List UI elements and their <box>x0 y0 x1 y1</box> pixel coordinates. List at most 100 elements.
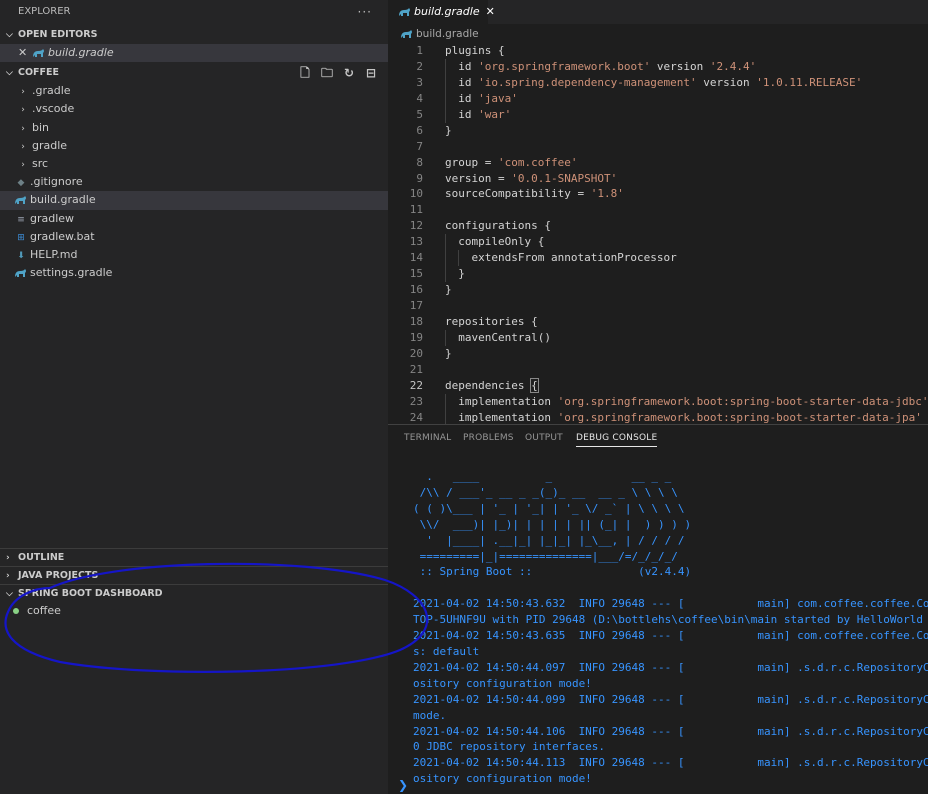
tab-terminal[interactable]: TERMINAL <box>404 425 451 451</box>
code-line[interactable]: 15 } <box>388 266 928 283</box>
console-prompt-icon[interactable]: ❯ <box>398 778 408 792</box>
line-content: id 'org.springframework.boot' version '2… <box>445 59 757 73</box>
spring-boot-dashboard-header[interactable]: ⌵ SPRING BOOT DASHBOARD <box>0 584 388 602</box>
code-line[interactable]: 3 id 'io.spring.dependency-management' v… <box>388 74 928 91</box>
tree-item-src-folder[interactable]: › src <box>0 155 388 173</box>
code-line[interactable]: 22 dependencies { <box>388 377 928 394</box>
tab-problems[interactable]: PROBLEMS <box>463 425 514 451</box>
line-content: } <box>445 123 452 137</box>
editor-area: build.gradle ✕ build.gradle 1 plugins {2 i… <box>388 0 928 424</box>
chevron-down-icon: ⌵ <box>6 30 13 40</box>
code-line[interactable]: 12 configurations { <box>388 218 928 234</box>
tree-item-label: .gitignore <box>30 175 83 189</box>
spring-app-item[interactable]: coffee <box>0 602 388 620</box>
code-line[interactable]: 20} <box>388 346 928 362</box>
tree-item-label: gradlew.bat <box>30 229 95 243</box>
console-line: TOP-5UHNF9U with PID 29648 (D:\bottlehs\… <box>413 613 928 627</box>
git-icon: ◆ <box>17 178 25 189</box>
code-line[interactable]: 9 version = '0.0.1-SNAPSHOT' <box>388 171 928 187</box>
close-tab-icon[interactable]: ✕ <box>486 5 495 18</box>
code-line[interactable]: 23 implementation 'org.springframework.b… <box>388 393 928 410</box>
console-line: ository configuration mode! <box>413 772 592 786</box>
line-content: configurations { <box>445 219 551 233</box>
code-line[interactable]: 13 compileOnly { <box>388 234 928 251</box>
coffee-folder-header[interactable]: ⌵ COFFEE 🗋 🗀 ↻ ⊟ <box>0 64 388 82</box>
code-line[interactable]: 4 id 'java' <box>388 90 928 107</box>
tree-item-build-gradle[interactable]: build.gradle <box>0 191 388 210</box>
line-number: 19 <box>409 330 423 344</box>
code-line[interactable]: 11 <box>388 202 928 218</box>
console-line: 2021-04-02 14:50:43.632 INFO 29648 --- [… <box>413 597 928 611</box>
new-file-icon[interactable]: 🗋 <box>294 64 316 82</box>
line-content: implementation 'org.springframework.boot… <box>445 394 928 408</box>
gradle-icon <box>398 7 411 17</box>
gradle-icon <box>400 29 413 39</box>
code-line[interactable]: 8 group = 'com.coffee' <box>388 155 928 171</box>
console-line: ository configuration mode! <box>413 676 592 690</box>
breadcrumb[interactable]: build.gradle <box>388 24 928 44</box>
open-editors-label: OPEN EDITORS <box>18 29 98 40</box>
line-content: compileOnly { <box>445 235 545 249</box>
line-number: 14 <box>409 251 423 265</box>
code-line[interactable]: 16} <box>388 282 928 298</box>
tree-item-gradle-folder[interactable]: › .gradle <box>0 82 388 100</box>
new-folder-icon[interactable]: 🗀 <box>316 64 338 82</box>
line-content: sourceCompatibility = '1.8' <box>445 187 624 201</box>
debug-console-output[interactable]: . ____ _ __ _ _ /\\ / ___'_ __ _ _(_)_ _… <box>413 469 928 787</box>
tab-debug-console[interactable]: DEBUG CONSOLE <box>576 425 658 447</box>
open-editor-item[interactable]: ✕ build.gradle <box>0 44 388 63</box>
line-number: 8 <box>416 155 423 169</box>
console-line: ' |____| .__|_| |_|_| |_\__, | / / / / <box>413 533 685 547</box>
code-line[interactable]: 7 <box>388 139 928 155</box>
tab-build-gradle[interactable]: build.gradle ✕ <box>388 0 495 24</box>
code-line[interactable]: 5 id 'war' <box>388 106 928 123</box>
console-line: 0 JDBC repository interfaces. <box>413 740 606 754</box>
java-projects-header[interactable]: › JAVA PROJECTS <box>0 566 388 584</box>
line-content: id 'war' <box>445 107 512 121</box>
code-line[interactable]: 18 repositories { <box>388 314 928 330</box>
explorer-title: EXPLORER ··· <box>0 0 388 24</box>
tree-item-gitignore[interactable]: ◆ .gitignore <box>0 173 388 191</box>
refresh-icon[interactable]: ↻ <box>338 64 360 82</box>
line-content: } <box>445 267 465 281</box>
outline-header[interactable]: › OUTLINE <box>0 548 388 566</box>
code-line[interactable]: 21 <box>388 362 928 378</box>
code-line[interactable]: 6} <box>388 123 928 139</box>
line-number: 21 <box>409 362 423 376</box>
close-icon[interactable]: ✕ <box>18 44 32 62</box>
code-line[interactable]: 14 extendsFrom annotationProcessor <box>388 250 928 267</box>
line-number: 4 <box>416 91 423 105</box>
collapse-all-icon[interactable]: ⊟ <box>360 64 382 82</box>
line-number: 6 <box>416 123 423 137</box>
open-editors-header[interactable]: ⌵ OPEN EDITORS <box>0 26 388 44</box>
line-number: 24 <box>409 410 423 424</box>
line-number: 1 <box>416 44 423 57</box>
tab-output[interactable]: OUTPUT <box>525 425 563 451</box>
tree-item-help-md[interactable]: ⬇ HELP.md <box>0 246 388 264</box>
tree-item-bin-folder[interactable]: › bin <box>0 119 388 137</box>
tree-item-gradlew[interactable]: ≡ gradlew <box>0 210 388 228</box>
line-content: implementation 'org.springframework.boot… <box>445 410 922 424</box>
vscode-window: EXPLORER ··· ⌵ OPEN EDITORS ✕ build.gradle… <box>0 0 928 794</box>
code-line[interactable]: 10 sourceCompatibility = '1.8' <box>388 186 928 202</box>
code-line[interactable]: 1 plugins { <box>388 43 928 59</box>
tree-item-vscode-folder[interactable]: › .vscode <box>0 100 388 118</box>
code-line[interactable]: 2 id 'org.springframework.boot' version … <box>388 58 928 75</box>
tree-item-gradle-dir[interactable]: › gradle <box>0 137 388 155</box>
code-line[interactable]: 19 mavenCentral() <box>388 329 928 346</box>
explorer-title-label: EXPLORER <box>18 6 71 17</box>
more-actions-icon[interactable]: ··· <box>358 0 372 24</box>
tree-item-label: src <box>32 156 49 170</box>
line-number: 16 <box>409 283 423 297</box>
code-view[interactable]: 1 plugins {2 id 'org.springframework.boot… <box>388 43 928 424</box>
tree-item-gradlew-bat[interactable]: ⊞ gradlew.bat <box>0 228 388 246</box>
tree-item-label: bin <box>32 120 50 134</box>
tree-item-label: settings.gradle <box>30 266 113 280</box>
gradle-icon <box>14 195 27 205</box>
code-line[interactable]: 24 implementation 'org.springframework.b… <box>388 409 928 424</box>
code-line[interactable]: 17 <box>388 298 928 314</box>
tree-item-settings-gradle[interactable]: settings.gradle <box>0 264 388 282</box>
chevron-right-icon: › <box>6 553 10 563</box>
chevron-right-icon: › <box>6 571 10 581</box>
chevron-right-icon: › <box>21 87 25 98</box>
